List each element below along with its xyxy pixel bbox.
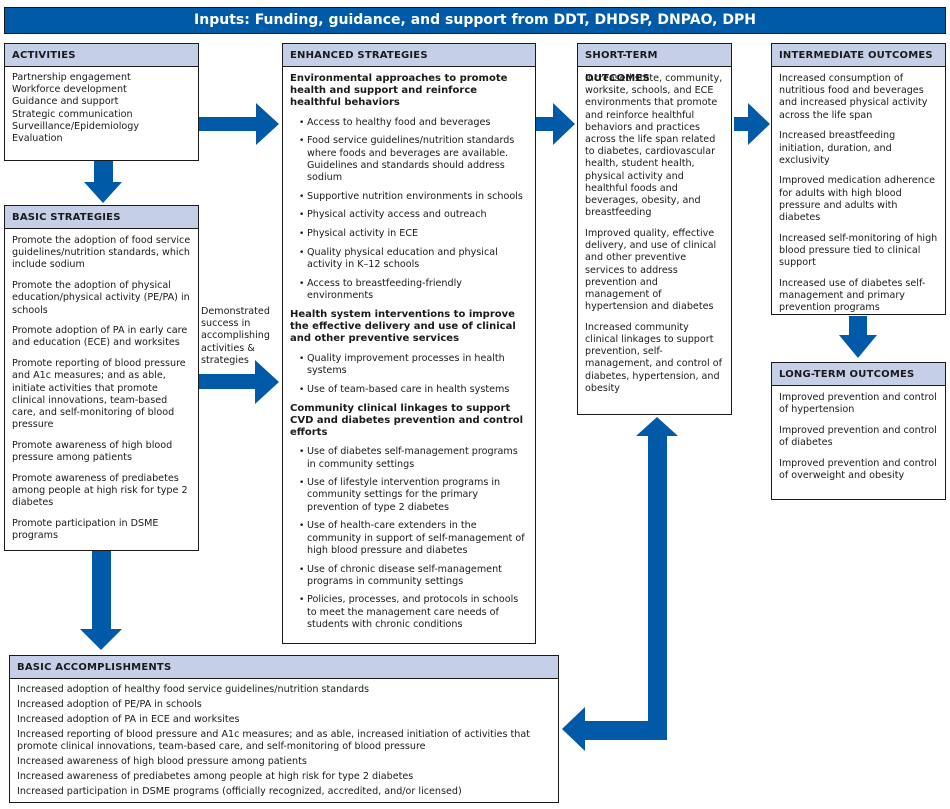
environmental-bullets: Access to healthy food and beverages Foo… xyxy=(290,117,528,302)
arrow-intermediate-to-long xyxy=(839,316,877,358)
basic-accomplishments-header: BASIC ACCOMPLISHMENTS xyxy=(10,656,558,679)
outcome-item: Improved prevention and control of hyper… xyxy=(779,392,937,416)
activities-box: ACTIVITIES Partnership engagement Workfo… xyxy=(4,43,199,161)
intermediate-outcomes-box: INTERMEDIATE OUTCOMES Increased consumpt… xyxy=(771,43,946,315)
long-term-outcomes-box: LONG-TERM OUTCOMES Improved prevention a… xyxy=(771,362,946,500)
basic-accomplishments-list: Increased adoption of healthy food servi… xyxy=(10,679,558,802)
basic-strategy-item: Promote awareness of prediabetes among p… xyxy=(12,472,188,509)
accomplishment-item: Increased adoption of healthy food servi… xyxy=(17,684,370,695)
bullet-item: Use of chronic disease self-management p… xyxy=(299,564,528,588)
basic-strategy-item: Promote the adoption of physical educati… xyxy=(12,280,190,316)
basic-strategy-item: Promote the adoption of food service gui… xyxy=(12,235,191,271)
inputs-banner: Inputs: Funding, guidance, and support f… xyxy=(4,7,946,34)
bullet-item: Access to breastfeeding-friendly environ… xyxy=(299,278,528,302)
outcome-item: Increased use of diabetes self-managemen… xyxy=(779,277,926,314)
bullet-item: Physical activity access and outreach xyxy=(299,209,528,221)
long-term-outcomes-list: Improved prevention and control of hyper… xyxy=(772,386,945,486)
bullet-item: Use of diabetes self-management programs… xyxy=(299,446,528,470)
basic-accomplishments-box: BASIC ACCOMPLISHMENTS Increased adoption… xyxy=(9,655,559,803)
bullet-item: Quality physical education and physical … xyxy=(299,247,528,271)
accomplishment-item: Increased awareness of high blood pressu… xyxy=(17,755,307,767)
enhanced-strategies-content: Environmental approaches to promote heal… xyxy=(283,67,535,642)
arrow-accomplishments-short-loop xyxy=(562,417,678,751)
long-term-outcomes-header: LONG-TERM OUTCOMES xyxy=(772,363,945,386)
basic-strategy-item: Promote participation in DSME programs xyxy=(12,517,159,542)
bullet-item: Use of lifestyle intervention programs i… xyxy=(299,477,528,514)
bullet-item: Use of team-based care in health systems xyxy=(299,384,528,396)
activity-item: Surveillance/Epidemiology xyxy=(12,120,140,132)
section-heading-environmental: Environmental approaches to promote heal… xyxy=(290,73,508,109)
short-term-outcomes-header: SHORT-TERM OUTCOMES xyxy=(578,44,731,84)
transition-note: Demonstrated success in accomplishing ac… xyxy=(201,306,270,366)
basic-strategies-box: BASIC STRATEGIES Promote the adoption of… xyxy=(4,205,199,551)
section-heading-community-clinical: Community clinical linkages to support C… xyxy=(290,402,524,439)
activities-header: ACTIVITIES xyxy=(5,44,198,67)
bullet-item: Use of health-care extenders in the comm… xyxy=(299,520,528,557)
outcome-item: Improved prevention and control of overw… xyxy=(779,457,937,482)
community-clinical-bullets: Use of diabetes self-management programs… xyxy=(290,446,528,631)
short-term-outcomes-box: SHORT-TERM OUTCOMES Increased state, com… xyxy=(577,43,732,415)
intermediate-outcomes-header: INTERMEDIATE OUTCOMES xyxy=(772,44,945,67)
outcome-item: Improved prevention and control of diabe… xyxy=(779,424,937,449)
activity-item: Strategic communication xyxy=(12,108,133,120)
accomplishment-item: Increased participation in DSME programs… xyxy=(17,785,462,797)
arrow-activities-to-basic xyxy=(84,161,122,203)
bullet-item: Food service guidelines/nutrition standa… xyxy=(299,135,528,184)
health-system-bullets: Quality improvement processes in health … xyxy=(290,353,528,396)
outcome-item: Increased breastfeeding initiation, dura… xyxy=(779,130,896,166)
accomplishment-item: Increased adoption of PA in ECE and work… xyxy=(17,713,240,725)
bullet-item: Quality improvement processes in health … xyxy=(299,353,528,377)
activity-item: Guidance and support xyxy=(12,96,119,108)
basic-strategies-list: Promote the adoption of food service gui… xyxy=(5,229,198,546)
accomplishment-item: Increased reporting of blood pressure an… xyxy=(17,728,531,752)
outcome-item: Increased consumption of nutritious food… xyxy=(779,73,928,121)
outcome-item: Improved quality, effective delivery, an… xyxy=(585,227,717,313)
enhanced-strategies-header: ENHANCED STRATEGIES xyxy=(283,44,535,67)
arrow-short-to-intermediate xyxy=(734,103,770,145)
activity-item: Partnership engagement xyxy=(12,72,131,83)
bullet-item: Supportive nutrition environments in sch… xyxy=(299,191,528,203)
arrow-basic-to-accomplishments xyxy=(80,551,122,650)
outcome-item: Improved medication adherence for adults… xyxy=(779,175,936,224)
activity-item: Evaluation xyxy=(12,133,63,145)
activity-item: Workforce development xyxy=(12,84,127,96)
arrow-activities-to-enhanced xyxy=(198,103,279,145)
bullet-item: Access to healthy food and beverages xyxy=(299,117,528,129)
basic-strategies-header: BASIC STRATEGIES xyxy=(5,206,198,229)
outcome-item: Increased state, community, worksite, sc… xyxy=(585,73,723,219)
section-heading-health-system: Health system interventions to improve t… xyxy=(290,309,516,345)
basic-strategy-item: Promote adoption of PA in early care and… xyxy=(12,325,188,349)
accomplishment-item: Increased adoption of PE/PA in schools xyxy=(17,698,202,710)
short-term-outcomes-list: Increased state, community, worksite, sc… xyxy=(578,67,731,399)
bullet-item: Policies, processes, and protocols in sc… xyxy=(299,594,528,631)
bullet-item: Physical activity in ECE xyxy=(299,228,528,240)
accomplishment-item: Increased awareness of prediabetes among… xyxy=(17,770,414,782)
outcome-item: Increased community clinical linkages to… xyxy=(585,321,723,394)
activities-list: Partnership engagement Workforce develop… xyxy=(5,67,198,149)
basic-strategy-item: Promote reporting of blood pressure and … xyxy=(12,358,186,431)
arrow-enhanced-to-short xyxy=(536,103,575,145)
intermediate-outcomes-list: Increased consumption of nutritious food… xyxy=(772,67,945,318)
enhanced-strategies-box: ENHANCED STRATEGIES Environmental approa… xyxy=(282,43,536,644)
outcome-item: Increased self-monitoring of high blood … xyxy=(779,232,938,269)
basic-strategy-item: Promote awareness of high blood pressure… xyxy=(12,439,173,464)
